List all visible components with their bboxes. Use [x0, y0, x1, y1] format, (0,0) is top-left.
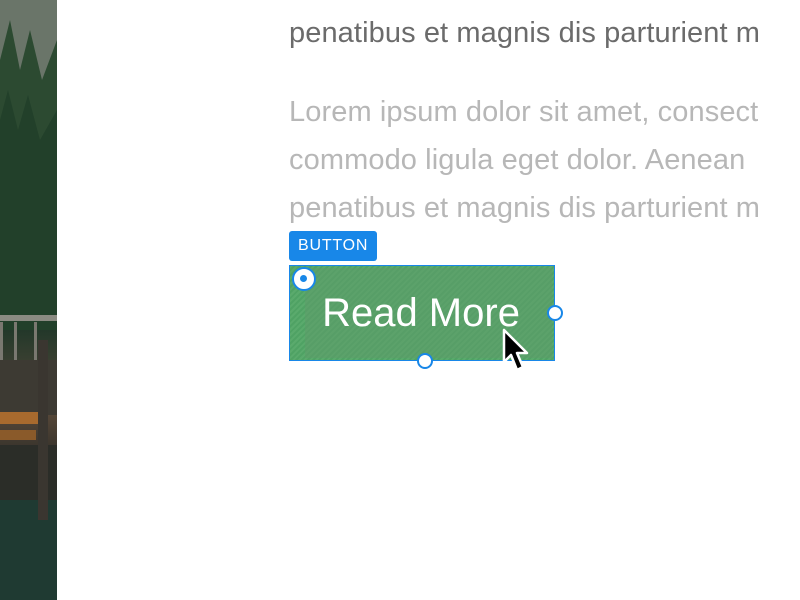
background-photo: [0, 0, 57, 600]
element-type-badge: BUTTON: [289, 231, 378, 261]
resize-handle-right-icon[interactable]: [547, 305, 563, 321]
resize-handle-bottom-icon[interactable]: [417, 353, 433, 369]
forest-lake-image: [0, 0, 57, 600]
mouse-pointer-icon: [502, 328, 529, 372]
paragraph-line: penatibus et magnis dis parturient m: [289, 192, 761, 224]
paragraph-line: Lorem ipsum dolor sit amet, consect: [289, 96, 759, 128]
paragraph-line: penatibus et magnis dis parturient m: [289, 17, 761, 49]
paragraph-line: commodo ligula eget dolor. Aenean: [289, 144, 746, 176]
anchor-handle-icon[interactable]: [292, 267, 316, 291]
